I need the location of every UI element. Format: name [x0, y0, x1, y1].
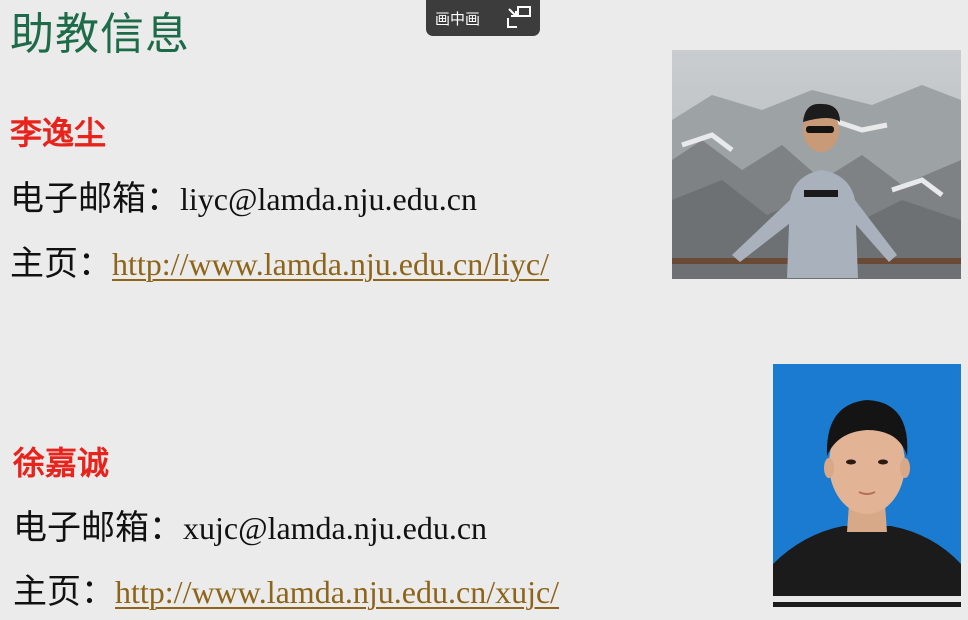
ta-name-1: 李逸尘 [10, 114, 107, 152]
ta-photo-2 [773, 364, 961, 607]
homepage-label-1: 主页： [10, 244, 112, 284]
homepage-label-2: 主页： [13, 572, 115, 612]
homepage-row-1: 主页： http://www.lamda.nju.edu.cn/liyc/ [10, 243, 549, 285]
email-label-1: 电子邮箱： [10, 179, 180, 219]
email-label-2: 电子邮箱： [13, 508, 183, 548]
portrait-mountain-photo [672, 50, 961, 279]
portrait-blue-background-photo [773, 364, 961, 607]
email-row-2: 电子邮箱： xujc@lamda.nju.edu.cn [13, 507, 487, 549]
homepage-row-2: 主页： http://www.lamda.nju.edu.cn/xujc/ [13, 571, 559, 613]
ta-photo-1 [672, 50, 961, 279]
ta-name-2: 徐嘉诚 [13, 444, 110, 482]
homepage-link-1[interactable]: http://www.lamda.nju.edu.cn/liyc/ [112, 243, 549, 285]
exit-pip-icon [507, 6, 531, 28]
picture-in-picture-button[interactable]: 画中画 [426, 0, 540, 36]
pip-label: 画中画 [435, 9, 481, 28]
email-value-2: xujc@lamda.nju.edu.cn [183, 510, 488, 546]
email-value-1: liyc@lamda.nju.edu.cn [180, 181, 477, 217]
homepage-link-2[interactable]: http://www.lamda.nju.edu.cn/xujc/ [115, 571, 559, 613]
slide-title: 助教信息 [10, 9, 190, 60]
email-row-1: 电子邮箱： liyc@lamda.nju.edu.cn [10, 178, 477, 220]
